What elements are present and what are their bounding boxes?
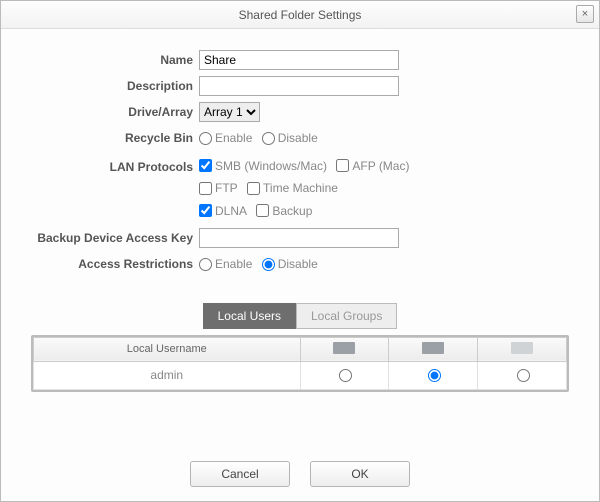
dialog-body: Name Description Drive/Array Array 1 Rec… (1, 29, 599, 402)
access-enable-radio[interactable] (199, 258, 212, 271)
lan-protocols-label: LAN Protocols (31, 156, 199, 178)
access-enable-text: Enable (215, 253, 252, 275)
dialog-titlebar: Shared Folder Settings × (1, 1, 599, 29)
col-readonly-header (300, 337, 389, 361)
tab-local-users[interactable]: Local Users (203, 303, 296, 329)
permissions-table-wrap: Local Username admin (31, 335, 569, 392)
readwrite-icon (422, 342, 444, 354)
afp-checkbox[interactable] (336, 159, 349, 172)
cancel-button[interactable]: Cancel (190, 461, 290, 487)
shared-folder-settings-dialog: Shared Folder Settings × Name Descriptio… (0, 0, 600, 502)
close-button[interactable]: × (576, 5, 594, 23)
name-input[interactable] (199, 50, 399, 70)
backup-key-input[interactable] (199, 228, 399, 248)
row-noaccess-radio[interactable] (517, 369, 530, 382)
drive-array-label: Drive/Array (31, 101, 199, 123)
description-input[interactable] (199, 76, 399, 96)
ftp-text: FTP (215, 178, 238, 198)
readonly-icon (333, 342, 355, 354)
recycle-disable-text: Disable (278, 127, 318, 149)
recycle-disable-radio[interactable] (262, 132, 275, 145)
timemachine-text: Time Machine (263, 178, 338, 198)
permissions-table: Local Username admin (33, 337, 567, 390)
name-label: Name (31, 49, 199, 71)
ftp-checkbox[interactable] (199, 182, 212, 195)
timemachine-checkbox[interactable] (247, 182, 260, 195)
permissions-tabs: Local Users Local Groups (31, 303, 569, 329)
col-readwrite-header (389, 337, 478, 361)
access-disable-text: Disable (278, 253, 318, 275)
backup-checkbox[interactable] (256, 204, 269, 217)
dlna-checkbox[interactable] (199, 204, 212, 217)
smb-text: SMB (Windows/Mac) (215, 156, 327, 176)
smb-checkbox[interactable] (199, 159, 212, 172)
dialog-footer: Cancel OK (1, 461, 599, 487)
col-user-header: Local Username (34, 337, 301, 361)
col-noaccess-header (478, 337, 567, 361)
row-username: admin (34, 361, 301, 389)
row-readwrite-radio[interactable] (428, 369, 441, 382)
table-row: admin (34, 361, 567, 389)
close-icon: × (582, 8, 588, 20)
dlna-text: DLNA (215, 201, 247, 221)
description-label: Description (31, 75, 199, 97)
recycle-enable-radio[interactable] (199, 132, 212, 145)
access-disable-radio[interactable] (262, 258, 275, 271)
backup-text: Backup (272, 201, 312, 221)
tab-local-groups[interactable]: Local Groups (296, 303, 397, 329)
noaccess-icon (511, 342, 533, 354)
table-header-row: Local Username (34, 337, 567, 361)
afp-text: AFP (Mac) (352, 156, 409, 176)
ok-button[interactable]: OK (310, 461, 410, 487)
recycle-bin-label: Recycle Bin (31, 127, 199, 149)
recycle-enable-text: Enable (215, 127, 252, 149)
row-readonly-radio[interactable] (339, 369, 352, 382)
dialog-title: Shared Folder Settings (239, 8, 362, 22)
drive-array-select[interactable]: Array 1 (199, 102, 260, 122)
backup-key-label: Backup Device Access Key (31, 227, 199, 249)
access-restrictions-label: Access Restrictions (31, 253, 199, 275)
